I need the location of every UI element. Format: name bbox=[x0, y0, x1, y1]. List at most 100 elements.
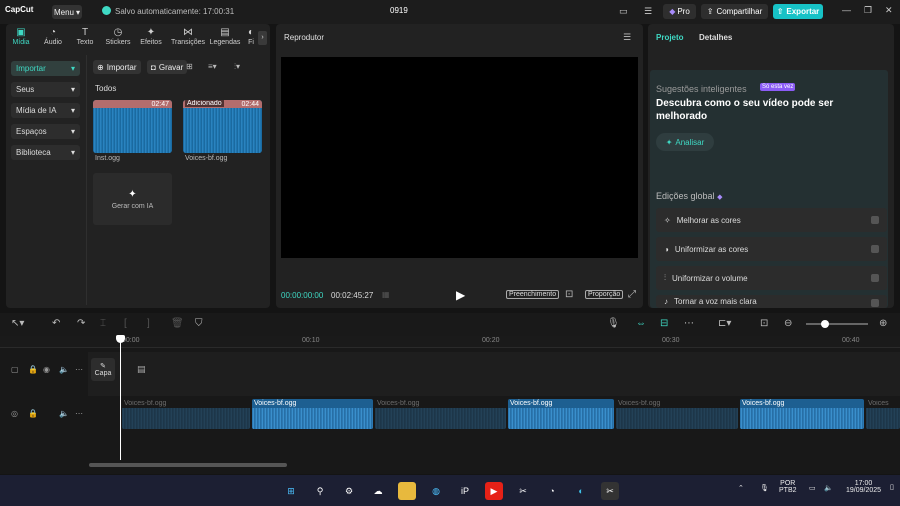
snap-icon[interactable]: ⋯ bbox=[684, 318, 694, 329]
trim-right-icon[interactable]: ] bbox=[147, 318, 150, 329]
sidebar-item-spaces[interactable]: Espaços ▾ bbox=[11, 124, 80, 139]
player-menu-icon[interactable]: ☰ bbox=[623, 32, 631, 43]
language-indicator[interactable]: POR PTB2 bbox=[779, 480, 797, 494]
audio-clip[interactable]: Voices-bf.ogg bbox=[122, 399, 250, 429]
clock[interactable]: 17:00 19/09/2025 bbox=[846, 480, 881, 494]
delete-icon[interactable]: 🗑 bbox=[171, 318, 184, 329]
toggle[interactable] bbox=[871, 245, 879, 253]
lock-icon[interactable]: 🔒 bbox=[28, 365, 38, 374]
more-icon[interactable]: ⋯ bbox=[75, 365, 83, 374]
windows-start-icon[interactable]: ⊞ bbox=[282, 482, 300, 500]
chat-icon[interactable]: ☁ bbox=[369, 482, 387, 500]
audio-clip[interactable]: Voices-bf.ogg bbox=[252, 399, 373, 429]
network-icon[interactable]: ▭ bbox=[809, 484, 816, 492]
audio-clip[interactable]: Voices-bf.ogg bbox=[740, 399, 864, 429]
menu-button[interactable]: Menu ▾ bbox=[52, 5, 82, 19]
audio-clip[interactable]: Voices-bf.ogg bbox=[508, 399, 614, 429]
zoom-in-icon[interactable]: ⊕ bbox=[879, 318, 887, 329]
play-icon[interactable]: ▶ bbox=[456, 288, 465, 302]
edit-clear-voice[interactable]: ♪ Tornar a voz mais clara bbox=[656, 295, 887, 308]
sidebar-item-import[interactable]: Importar ▾ bbox=[11, 61, 80, 76]
media-item-voices[interactable]: Adicionado 02:44 bbox=[183, 100, 262, 153]
undo-icon[interactable]: ↶ bbox=[52, 318, 60, 329]
pro-button[interactable]: ◆ Pro bbox=[663, 4, 696, 19]
split-icon[interactable]: ⌶ bbox=[100, 318, 106, 329]
notifications-icon[interactable]: ▯ bbox=[890, 483, 894, 491]
crop-icon[interactable]: ⊡ bbox=[565, 289, 573, 300]
toggle[interactable] bbox=[871, 216, 879, 224]
edit-unify-volume[interactable]: ⫶ Uniformizar o volume bbox=[656, 266, 887, 290]
settings-icon[interactable]: ⚙ bbox=[340, 482, 358, 500]
zoom-out-icon[interactable]: ⊖ bbox=[784, 318, 792, 329]
project-title[interactable]: 0919 bbox=[390, 6, 408, 15]
tab-stickers[interactable]: ◷ Stickers bbox=[103, 27, 133, 46]
microphone-icon[interactable]: 🎙 bbox=[607, 318, 620, 329]
tab-project[interactable]: Projeto bbox=[656, 33, 684, 42]
trim-left-icon[interactable]: [ bbox=[124, 318, 127, 329]
more-icon[interactable]: ⋯ bbox=[75, 409, 83, 418]
browser-icon[interactable]: ◍ bbox=[427, 482, 445, 500]
file-explorer-icon[interactable] bbox=[398, 482, 416, 500]
tab-text[interactable]: T Texto bbox=[70, 27, 100, 46]
layout-toggle-icon[interactable]: ▦ bbox=[382, 290, 390, 299]
shortcuts-icon[interactable]: ☰ bbox=[644, 6, 652, 17]
zoom-slider[interactable] bbox=[806, 323, 868, 325]
tab-filters[interactable]: ◐ Fi bbox=[244, 27, 258, 46]
caption-icon[interactable]: ⊡ bbox=[760, 318, 768, 329]
capcut-icon[interactable]: ✂ bbox=[514, 482, 532, 500]
chevron-right-icon[interactable]: › bbox=[258, 31, 267, 45]
media-item-inst[interactable]: 02:47 bbox=[93, 100, 172, 153]
select-tool-icon[interactable]: ↖▾ bbox=[11, 318, 24, 329]
analyze-button[interactable]: ✦ Analisar bbox=[656, 133, 714, 151]
minimize-icon[interactable]: — bbox=[842, 5, 851, 15]
capcut-active-icon[interactable]: ✂ bbox=[601, 482, 619, 500]
edit-unify-colors[interactable]: ◑ Uniformizar as cores bbox=[656, 237, 887, 261]
audio-track-icon[interactable]: ◎ bbox=[11, 409, 18, 418]
tab-details[interactable]: Detalhes bbox=[699, 33, 732, 42]
sort-icon[interactable]: ≡▾ bbox=[208, 62, 217, 71]
audio-clip[interactable]: Voices-bf.ogg bbox=[375, 399, 506, 429]
import-button[interactable]: ⊕ Importar bbox=[93, 60, 141, 74]
ratio-button[interactable]: Proporção bbox=[585, 290, 624, 299]
lock-icon[interactable]: 🔒 bbox=[28, 409, 38, 418]
edge-icon[interactable]: ◐ bbox=[572, 482, 590, 500]
volume-icon[interactable]: 🔈 bbox=[59, 409, 69, 418]
shield-icon[interactable]: ⛉ bbox=[195, 318, 203, 329]
timeline-scrollbar[interactable] bbox=[89, 463, 287, 467]
playhead[interactable] bbox=[120, 336, 121, 460]
link-icon[interactable]: ⇔ bbox=[636, 318, 646, 329]
fill-button[interactable]: Preenchimento bbox=[506, 290, 560, 299]
tab-effects[interactable]: ✦ Efeitos bbox=[136, 27, 166, 46]
ip-app-icon[interactable]: iP bbox=[456, 482, 474, 500]
eye-icon[interactable]: ◉ bbox=[43, 365, 50, 374]
audio-clip[interactable]: Voices bbox=[866, 399, 900, 429]
edit-enhance-colors[interactable]: ✧ Melhorar as cores bbox=[656, 208, 887, 232]
grid-view-icon[interactable]: ⊞ bbox=[186, 62, 193, 71]
toggle[interactable] bbox=[871, 274, 879, 282]
filter-icon[interactable]: ⫶▾ bbox=[234, 62, 240, 72]
sidebar-item-ai-media[interactable]: Mídia de IA ▾ bbox=[11, 103, 80, 118]
record-button[interactable]: ◘ Gravar bbox=[147, 60, 188, 74]
youtube-icon[interactable]: ▶ bbox=[485, 482, 503, 500]
zoom-slider-handle[interactable] bbox=[821, 320, 829, 328]
sidebar-item-yours[interactable]: Seus ▾ bbox=[11, 82, 80, 97]
tab-transitions[interactable]: ⋈ Transições bbox=[171, 27, 205, 46]
track-frame-icon[interactable]: ▢ bbox=[11, 365, 19, 374]
chevron-up-icon[interactable]: ⌃ bbox=[738, 484, 744, 492]
speaker-icon[interactable]: 🔈 bbox=[824, 484, 833, 492]
cover-button[interactable]: ✎ Capa bbox=[91, 358, 115, 381]
magnet-icon[interactable]: ⊟ bbox=[660, 318, 668, 329]
export-button[interactable]: ⇧ Exportar bbox=[773, 4, 823, 19]
tab-media[interactable]: ▣ Mídia bbox=[6, 27, 36, 46]
volume-icon[interactable]: 🔈 bbox=[59, 365, 69, 374]
toggle[interactable] bbox=[871, 299, 879, 307]
audio-clip[interactable]: Voices-bf.ogg bbox=[616, 399, 738, 429]
search-icon[interactable]: ⚲ bbox=[311, 482, 329, 500]
tab-captions[interactable]: ▤ Legendas bbox=[208, 27, 242, 46]
steam-icon[interactable]: ◔ bbox=[543, 482, 561, 500]
maximize-icon[interactable]: ❐ bbox=[864, 5, 872, 16]
layout-icon[interactable]: ▭ bbox=[619, 6, 628, 17]
fullscreen-icon[interactable]: ⤢ bbox=[628, 289, 636, 300]
share-button[interactable]: ⇪ Compartilhar bbox=[701, 4, 768, 19]
microphone-icon[interactable]: 🎙 bbox=[760, 484, 769, 492]
